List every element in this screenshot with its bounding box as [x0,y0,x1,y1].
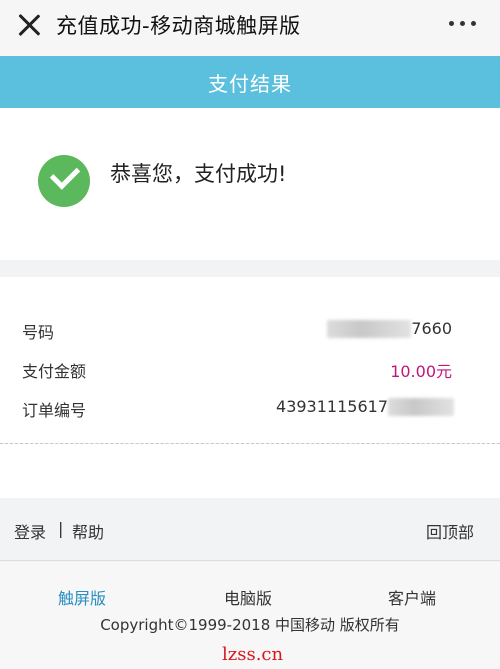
more-options-icon[interactable] [449,21,476,26]
header-bar: 支付结果 [0,56,500,108]
success-check-icon [38,155,90,207]
detail-row-amount: 支付金额 10.00元 [0,358,500,382]
touch-version-link[interactable]: 触屏版 [58,585,106,609]
detail-row-order: 订单编号 43931115617 [0,397,500,421]
detail-label: 号码 [22,323,55,342]
page-title: 充值成功-移动商城触屏版 [56,14,301,38]
order-number-value: 43931115617 [276,397,454,416]
title-bar: 充值成功-移动商城触屏版 [0,0,500,56]
header-title: 支付结果 [208,71,292,96]
copyright-text: Copyright©1999-2018 中国移动 版权所有 [100,616,400,634]
detail-label: 订单编号 [22,401,87,420]
order-prefix: 43931115617 [276,397,388,416]
help-link[interactable]: 帮助 [72,519,104,543]
detail-label: 支付金额 [22,362,87,381]
result-message: 恭喜您，支付成功! [110,162,287,186]
redacted-blur [327,319,412,338]
amount-value: 10.00元 [390,362,452,381]
pc-version-link[interactable]: 电脑版 [224,585,272,609]
phone-suffix: 7660 [411,319,452,338]
order-details: 号码 7660 支付金额 10.00元 订单编号 43931115617 [0,277,500,443]
detail-row-phone: 号码 7660 [0,319,500,343]
back-to-top-link[interactable]: 回顶部 [426,519,474,543]
separator: | [58,519,64,538]
phone-number-value: 7660 [327,319,452,338]
footer-nav: 登录 | 帮助 回顶部 [0,498,500,561]
close-icon[interactable] [14,10,44,40]
spacer [0,444,500,498]
client-app-link[interactable]: 客户端 [388,585,436,609]
login-link[interactable]: 登录 [14,519,46,543]
watermark: lzss.cn [222,644,284,665]
redacted-blur [388,397,454,416]
